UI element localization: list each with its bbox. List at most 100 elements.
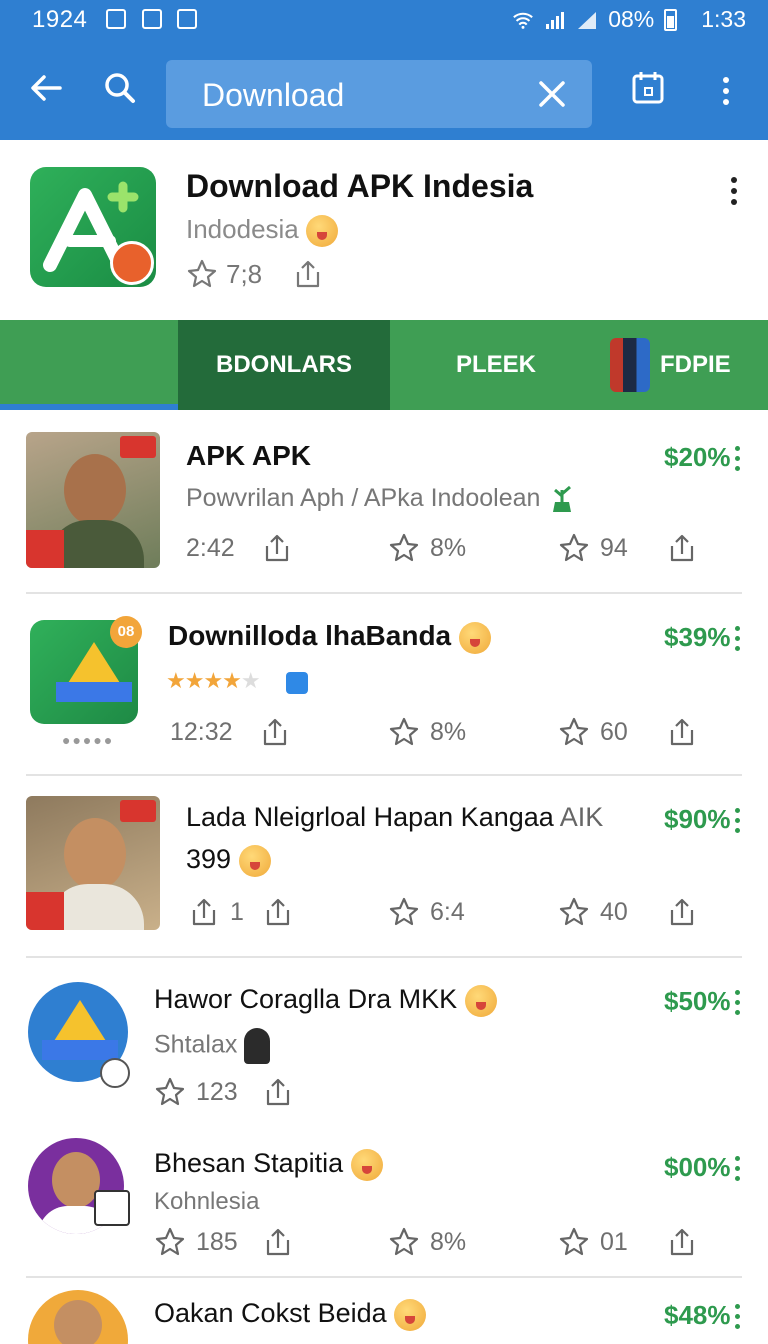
calendar-icon[interactable]	[628, 68, 676, 116]
item-price: $50%	[664, 986, 731, 1016]
share-icon[interactable]	[666, 716, 698, 748]
item-stat: 60	[558, 716, 698, 748]
app-bar: Download	[0, 50, 768, 134]
star-outline-icon[interactable]	[558, 716, 590, 748]
count-badge: 08	[110, 616, 142, 648]
item-stat: 12:32	[170, 716, 291, 748]
search-input[interactable]: Download	[166, 60, 592, 128]
share-icon[interactable]	[259, 716, 291, 748]
item-price: $39%	[664, 622, 731, 652]
item-line2: 399	[186, 844, 271, 877]
star-outline-icon[interactable]	[186, 258, 218, 290]
tab-fdpie[interactable]: FDPIE	[602, 320, 768, 410]
tab-0[interactable]	[0, 320, 178, 410]
plant-icon	[553, 486, 572, 513]
star-outline-icon[interactable]	[388, 716, 420, 748]
item-stat: 01	[558, 1226, 698, 1258]
item-title: Oakan Cokst Beida	[154, 1298, 427, 1331]
item-more-icon[interactable]	[732, 446, 742, 472]
app-logo	[30, 167, 156, 287]
star-outline-icon[interactable]	[154, 1076, 186, 1108]
list-icon	[94, 1190, 130, 1226]
item-more-icon[interactable]	[732, 1304, 742, 1330]
app-rating: 7;8	[226, 258, 263, 289]
share-icon[interactable]	[666, 532, 698, 564]
status-time: 1:33	[701, 6, 746, 32]
wifi-icon	[513, 12, 534, 29]
list-item[interactable]: Bhesan Stapitia Kohnlesia 185 8% 01 $00%	[0, 1124, 768, 1278]
emoji-icon	[458, 621, 491, 654]
star-outline-icon[interactable]	[388, 896, 420, 928]
back-arrow-icon[interactable]	[22, 68, 70, 116]
signal-icon	[578, 11, 597, 29]
more-vert-icon[interactable]	[706, 68, 746, 116]
touch-icon	[100, 1058, 130, 1088]
signal-icon	[546, 11, 565, 29]
item-price: $00%	[664, 1152, 731, 1182]
star-outline-icon[interactable]	[388, 532, 420, 564]
share-icon[interactable]	[262, 1076, 294, 1108]
avatar-icon	[244, 1028, 271, 1064]
item-subtitle: Kohnlesia	[154, 1188, 260, 1215]
item-more-icon[interactable]	[732, 1156, 742, 1182]
share-icon[interactable]	[666, 1226, 698, 1258]
star-outline-icon[interactable]	[388, 1226, 420, 1258]
item-more-icon[interactable]	[732, 808, 742, 834]
notification-icon	[142, 9, 162, 29]
app-header: Download APK Indesia Indodesia 7;8	[0, 140, 768, 320]
item-more-icon[interactable]	[732, 990, 742, 1016]
app-more-icon[interactable]	[716, 168, 752, 212]
item-stat: 40	[558, 896, 698, 928]
status-right: 08% 1:33	[512, 6, 746, 33]
search-icon[interactable]	[100, 68, 148, 116]
message-icon	[286, 672, 308, 694]
app-stats: 7;8	[186, 258, 324, 290]
item-title: Lada Nleigrloal Hapan Kangaa AIK	[186, 802, 604, 832]
item-more-icon[interactable]	[732, 626, 742, 652]
share-icon[interactable]	[292, 258, 324, 290]
star-outline-icon[interactable]	[558, 896, 590, 928]
item-subtitle: Powvrilan Aph / APka Indoolean	[186, 484, 577, 514]
item-stat: 94	[558, 532, 698, 564]
share-icon[interactable]	[262, 1226, 294, 1258]
list-item[interactable]: Lada Nleigrloal Hapan Kangaa AIK 399 1 6…	[0, 776, 768, 958]
star-outline-icon[interactable]	[558, 532, 590, 564]
item-title: Downilloda lhaBanda	[168, 620, 491, 654]
app-badge-icon	[110, 241, 154, 285]
share-icon[interactable]	[262, 896, 294, 928]
share-icon[interactable]	[188, 896, 220, 928]
emoji-icon	[394, 1298, 427, 1331]
star-outline-icon[interactable]	[558, 1226, 590, 1258]
list-item[interactable]: Oakan Cokst Beida $48%	[0, 1278, 768, 1344]
item-stat: 8%	[388, 1226, 466, 1258]
item-title: Bhesan Stapitia	[154, 1148, 383, 1181]
item-subtitle: Shtalax	[154, 1028, 271, 1064]
item-stat: 1	[188, 896, 294, 928]
top-bar: 1924 08% 1:33 Download	[0, 0, 768, 140]
tab-bdonlars[interactable]: BDONLARS	[178, 320, 390, 410]
page-dots: ●●●●●	[62, 732, 115, 748]
share-icon[interactable]	[261, 532, 293, 564]
emoji-icon	[464, 984, 497, 1017]
notification-icon	[177, 9, 197, 29]
app-thumbnail	[26, 796, 160, 930]
list-item[interactable]: Hawor Coraglla Dra MKK Shtalax 123 $50%	[0, 958, 768, 1124]
battery-icon	[664, 8, 678, 31]
app-thumbnail	[28, 1290, 128, 1344]
shopping-bag-icon	[610, 338, 650, 392]
list-item[interactable]: 08 ●●●●● Downilloda lhaBanda ★★★★★ 12:32…	[0, 594, 768, 776]
clear-icon[interactable]	[528, 70, 576, 118]
notification-icon	[106, 9, 126, 29]
app-subtitle: Indodesia	[186, 214, 338, 248]
rating-stars: ★★★★★	[166, 668, 261, 693]
item-price: $90%	[664, 804, 731, 834]
list-item[interactable]: APK APK Powvrilan Aph / APka Indoolean 2…	[0, 410, 768, 594]
item-stat: 123	[154, 1076, 294, 1108]
tab-pleek[interactable]: PLEEK	[390, 320, 602, 410]
item-stat: 2:42	[186, 532, 293, 564]
share-icon[interactable]	[666, 896, 698, 928]
emoji-icon	[350, 1148, 383, 1181]
star-outline-icon[interactable]	[154, 1226, 186, 1258]
tab-bar: BDONLARS PLEEK FDPIE	[0, 320, 768, 410]
search-input-value: Download	[202, 77, 345, 113]
